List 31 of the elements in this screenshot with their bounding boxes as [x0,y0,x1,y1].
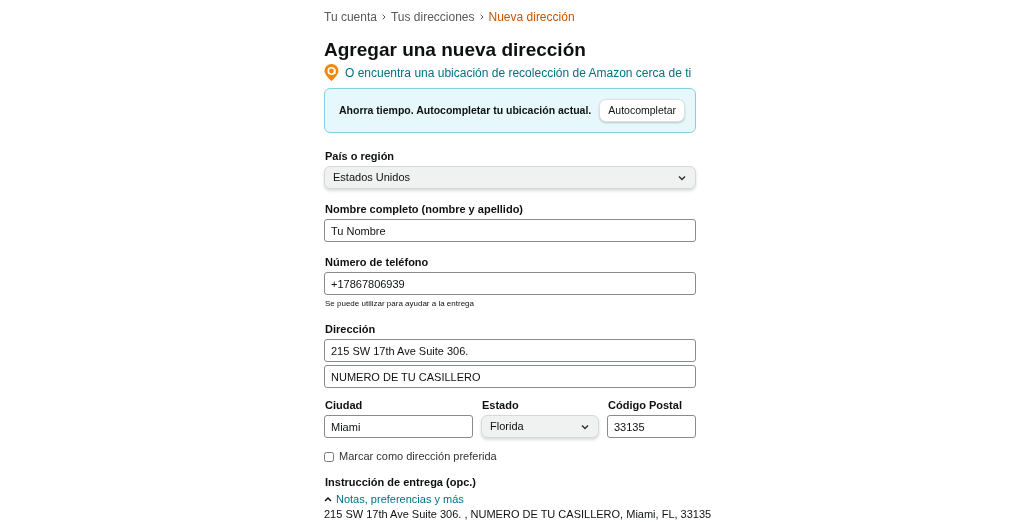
text-input-field[interactable]: 215 SW 17th Ave Suite 306. [324,339,696,362]
breadcrumb-link[interactable]: Tus direcciones [390,8,475,26]
text-input-field[interactable]: Tu Nombre [324,219,696,242]
autocomplete-button[interactable]: Autocompletar [599,99,685,122]
dropdown-select[interactable]: Estados Unidos [324,166,696,189]
checkbox-label: Marcar como dirección preferida [339,449,497,465]
field-label: Ciudad [324,398,364,412]
field-label: Dirección [324,322,377,336]
chevron-right-icon [479,14,484,20]
field-label: País o región [324,149,396,163]
breadcrumb-link[interactable]: Nueva dirección [488,8,575,26]
pickup-location-link[interactable]: O encuentra una ubicación de recolección de Amazon cerca de ti [345,63,692,82]
address-summary: 215 SW 17th Ave Suite 306. , NUMERO DE TU CASILLERO, Miami, FL, 33135 [324,507,712,521]
field-label: Instrucción de entrega (opc.) [324,475,477,489]
hint-text: Se puede utilizar para ayudar a la entrega [324,299,475,309]
text-input-field[interactable]: +17867806939 [324,272,696,295]
dropdown-select[interactable]: Florida [481,415,599,438]
field-label: Nombre completo (nombre y apellido) [324,202,525,216]
chevron-right-icon [381,14,386,20]
banner-text: Ahorra tiempo. Autocompletar tu ubicación actual. [339,102,592,118]
field-label: Número de teléfono [324,255,430,269]
page-title: Agregar una nueva dirección [324,38,587,62]
field-label: Estado [481,398,520,412]
notes-link[interactable]: Notas, preferencias y más [336,490,464,508]
checkbox[interactable] [324,451,334,462]
field-label: Código Postal [607,398,683,412]
text-input-field[interactable]: 33135 [607,415,696,438]
map-pin-icon [324,64,339,81]
text-input-field[interactable]: Miami [324,415,473,438]
breadcrumb-link[interactable]: Tu cuenta [324,8,377,26]
text-input-field[interactable]: NUMERO DE TU CASILLERO [324,365,696,388]
